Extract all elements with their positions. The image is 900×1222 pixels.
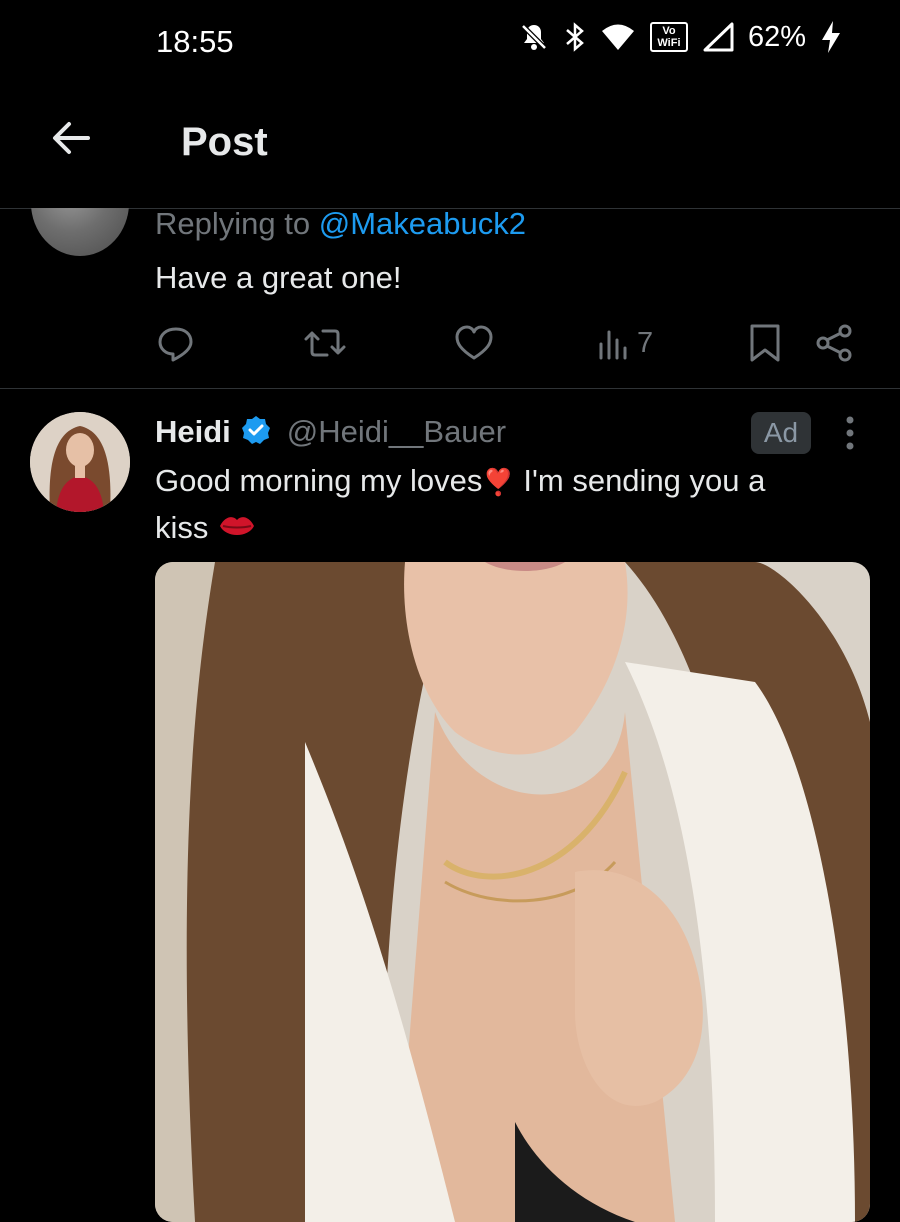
author-name[interactable]: Heidi: [155, 414, 231, 450]
arrow-left-icon[interactable]: [48, 115, 94, 166]
photo-woman-illustration: [155, 562, 870, 1222]
views-count: 7: [637, 326, 654, 359]
status-time: 18:55: [156, 24, 234, 59]
battery-percent: 62%: [747, 20, 806, 53]
notifications-off-icon: [518, 21, 550, 53]
ad-post-text: Good morning my loves❣️ I'm sending you …: [155, 458, 855, 550]
reply-icon: [158, 327, 193, 362]
author-handle[interactable]: @Heidi__Bauer: [287, 414, 506, 450]
charging-icon: [820, 20, 842, 54]
share-icon: [816, 324, 852, 362]
top-app-bar: Post: [0, 90, 900, 209]
avatar[interactable]: [30, 412, 130, 512]
page-title: Post: [181, 120, 268, 164]
bookmark-button[interactable]: [747, 322, 783, 364]
volte-wifi-icon: Vo WiFi: [649, 22, 688, 52]
post-divider: [0, 388, 900, 389]
like-icon: [455, 325, 493, 360]
share-button[interactable]: [813, 322, 855, 364]
repost-button[interactable]: [303, 322, 347, 364]
author-row: Heidi @Heidi__Bauer: [155, 410, 506, 454]
replying-prefix: Replying to: [155, 206, 319, 241]
replying-to: Replying to @Makeabuck2: [155, 206, 526, 242]
heart-emoji: ❣️: [482, 467, 515, 497]
more-options-icon[interactable]: [840, 414, 860, 459]
kiss-emoji: [217, 510, 257, 545]
post-text: Have a great one!: [155, 260, 402, 295]
ad-text-part3: kiss: [155, 510, 209, 545]
reply-button[interactable]: [155, 322, 197, 364]
views-icon: [599, 330, 627, 360]
ad-badge: Ad: [751, 412, 811, 454]
avatar-illustration: [30, 412, 130, 512]
repost-icon: [304, 329, 346, 357]
ad-post-image[interactable]: [155, 562, 870, 1222]
signal-icon: [702, 22, 734, 52]
mention-link[interactable]: @Makeabuck2: [319, 206, 526, 241]
bluetooth-icon: [564, 21, 586, 53]
post-actions: 7: [155, 322, 855, 366]
wifi-icon: [600, 22, 636, 52]
like-button[interactable]: [453, 322, 495, 364]
status-icons: Vo WiFi 62%: [518, 20, 842, 54]
views-button[interactable]: 7: [597, 322, 653, 364]
verified-badge-icon: [241, 415, 271, 450]
status-bar: 18:55 Vo WiFi 62%: [0, 0, 900, 90]
ad-text-part2: I'm sending you a: [514, 463, 766, 498]
ad-text-part1: Good morning my loves: [155, 463, 483, 498]
bookmark-icon: [750, 324, 780, 362]
